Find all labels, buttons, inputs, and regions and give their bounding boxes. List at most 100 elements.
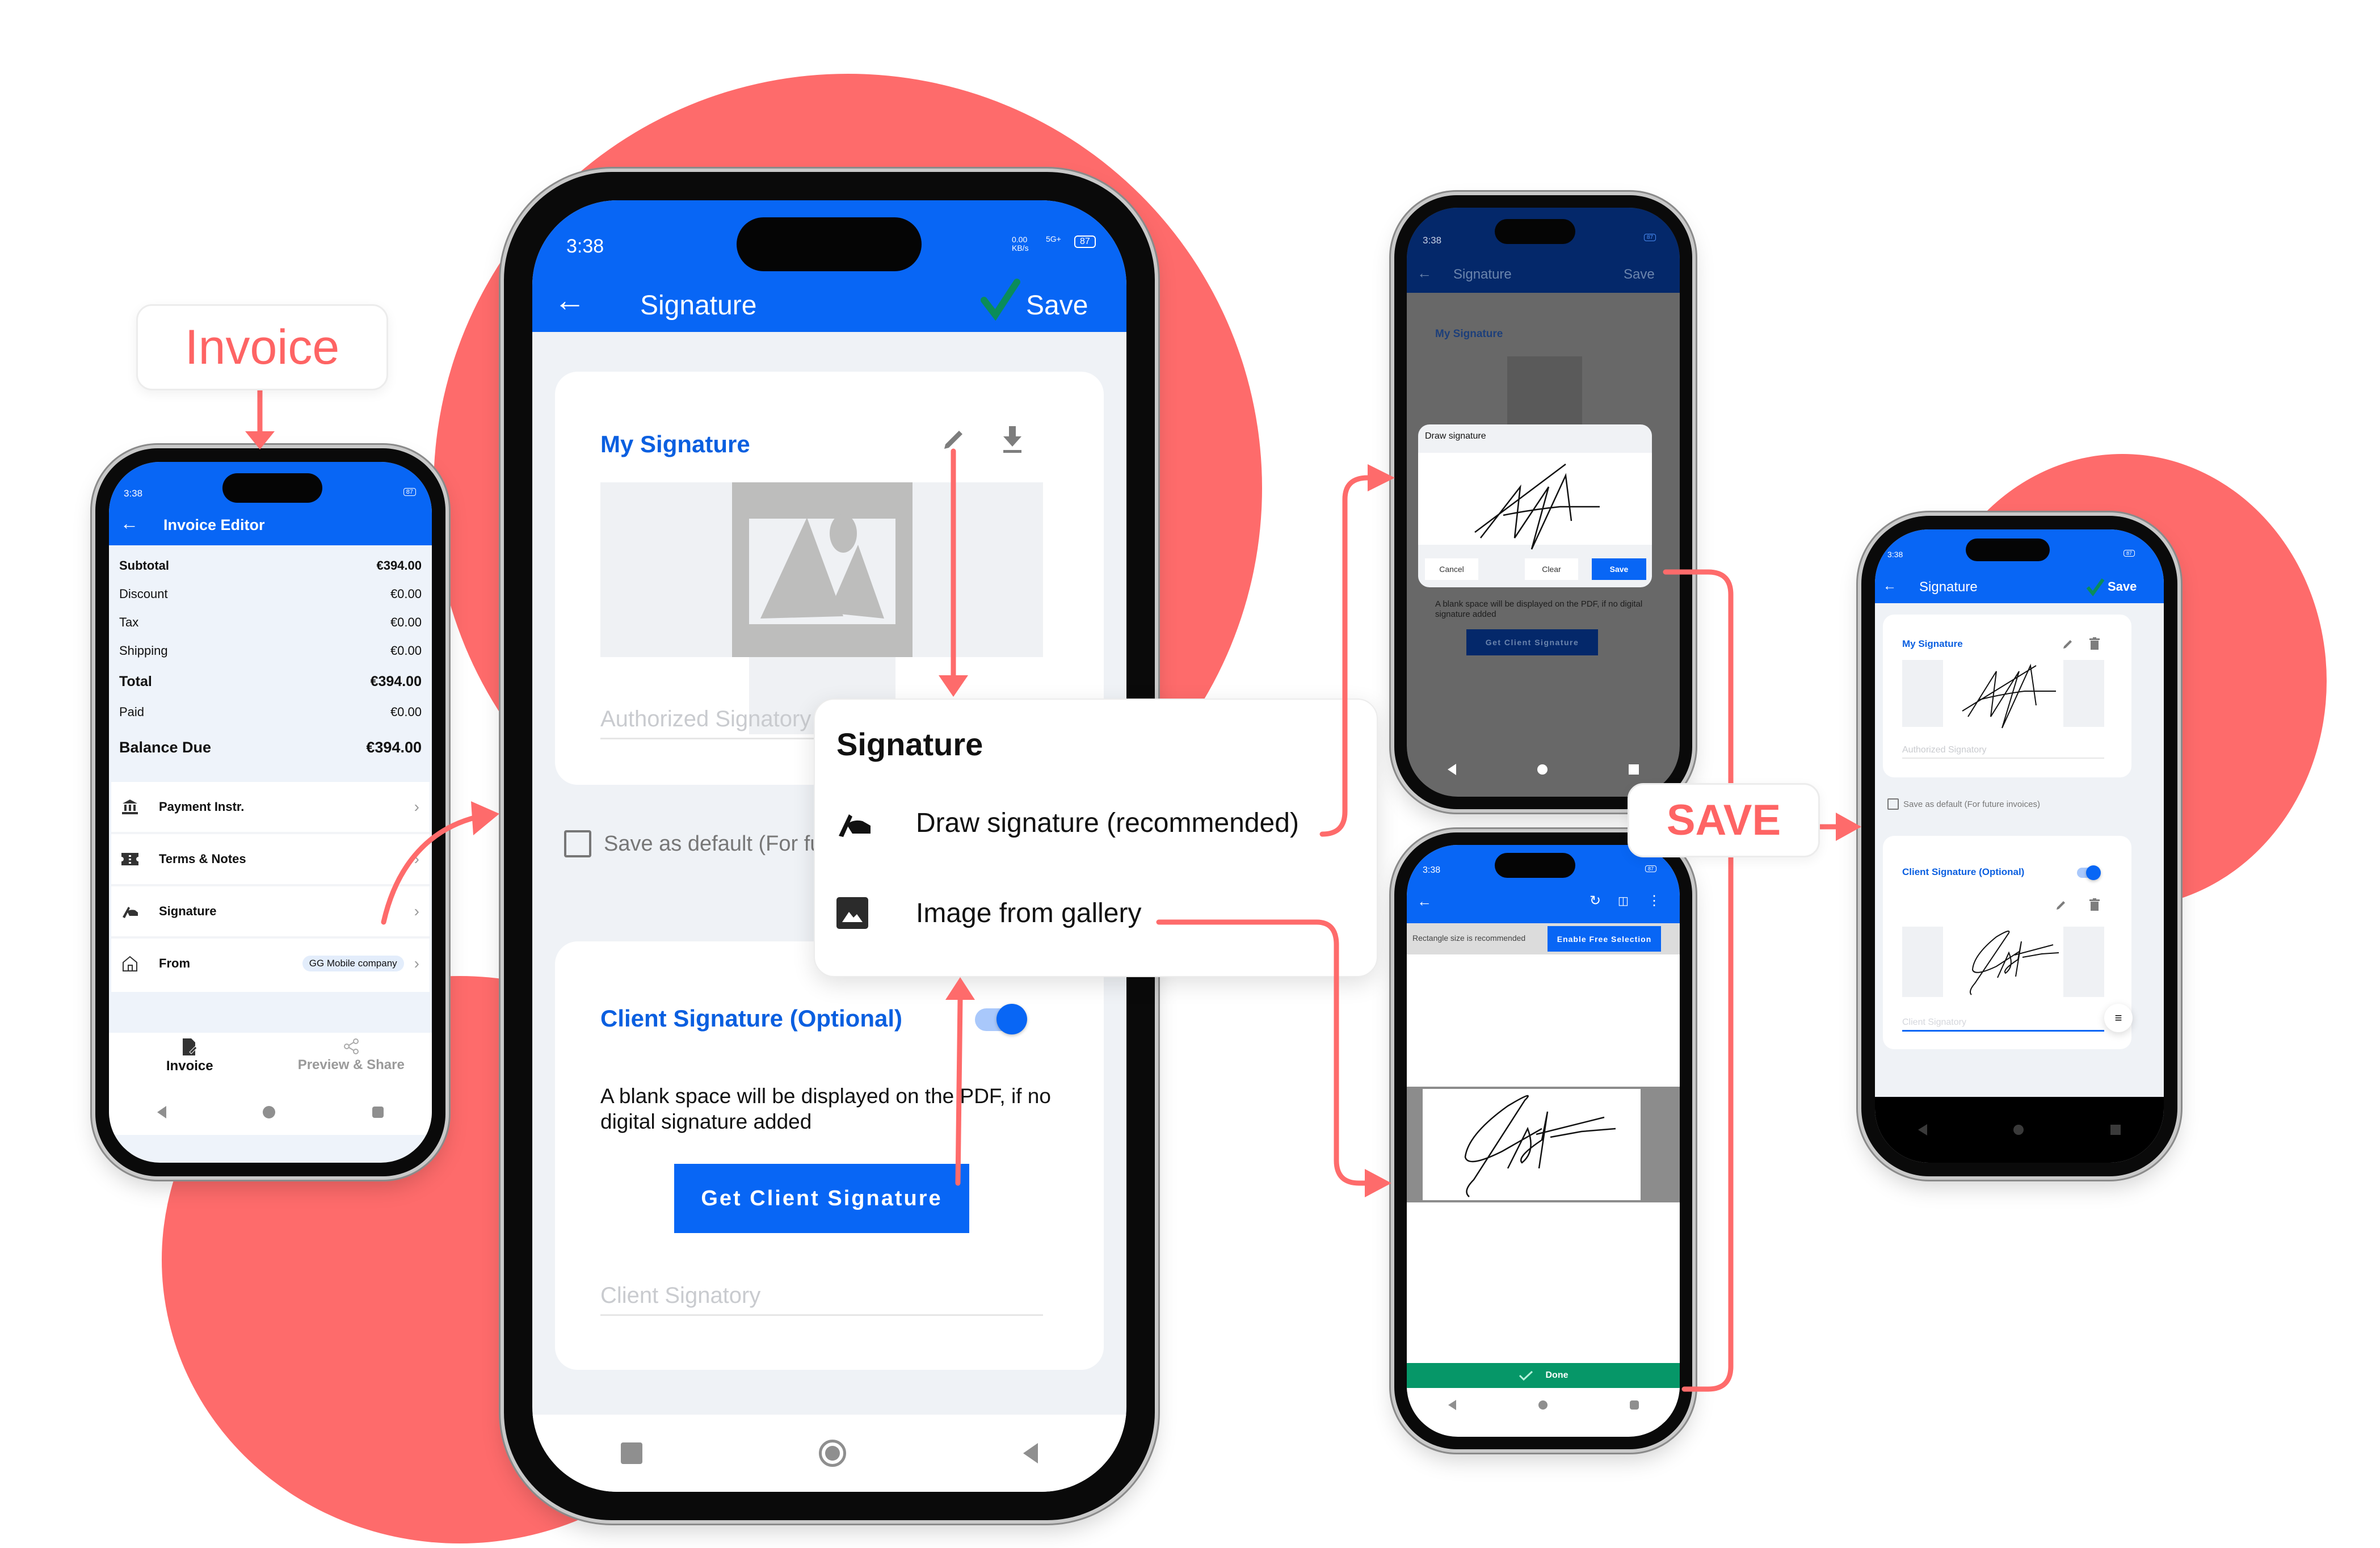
delete-icon[interactable] — [2089, 637, 2100, 650]
tab-label: Invoice — [166, 1058, 213, 1074]
signature-title: Signature — [640, 291, 757, 321]
draw-dialog-clear-button[interactable]: Clear — [1525, 558, 1578, 580]
popup-option-label: Draw signature (recommended) — [916, 808, 1299, 838]
crop-frame[interactable] — [1407, 1087, 1680, 1202]
menu-item-from[interactable]: From GG Mobile company › — [111, 939, 430, 988]
arrowhead-invoice — [245, 431, 275, 449]
nav-back-icon[interactable] — [1918, 1124, 1928, 1135]
status-battery: 87 — [1074, 235, 1096, 248]
popup-option-draw[interactable]: Draw signature (recommended) — [836, 807, 1299, 839]
signature-image-area[interactable] — [600, 482, 1043, 734]
more-options-icon[interactable]: ⋮ — [1647, 893, 1661, 909]
totals-label: Tax — [119, 615, 139, 629]
enable-free-selection-button[interactable]: Enable Free Selection — [1548, 926, 1661, 952]
flip-icon[interactable]: ◫ — [1618, 894, 1629, 908]
back-arrow-icon[interactable]: ← — [120, 514, 138, 532]
save-button[interactable]: Save — [1026, 290, 1088, 321]
popup-option-label: Image from gallery — [916, 898, 1142, 928]
nav-recents-icon[interactable] — [2110, 1125, 2121, 1135]
save-default-checkbox[interactable] — [1887, 798, 1899, 810]
tab-preview-share[interactable]: Preview & Share — [271, 1033, 432, 1090]
save-button[interactable]: Save — [2108, 579, 2137, 594]
saved-client-signature[interactable] — [1945, 927, 2061, 997]
totals-row: Discount €0.00 — [119, 587, 422, 601]
draw-dialog-save-button[interactable]: Save — [1592, 558, 1646, 580]
totals-label: Paid — [119, 705, 145, 719]
nav-recents-icon[interactable] — [372, 1107, 384, 1118]
save-callout: SAVE — [1628, 783, 1820, 857]
draw-dialog-cancel-button[interactable]: Cancel — [1425, 558, 1478, 580]
arrowhead-crop — [1365, 1169, 1391, 1197]
edit-pencil-icon[interactable] — [941, 427, 966, 452]
authorized-signatory-input[interactable]: Authorized Signatory — [1902, 745, 2104, 759]
menu-item-signature[interactable]: Signature › — [111, 886, 430, 939]
invoice-doc-icon — [183, 1038, 197, 1055]
back-arrow-icon[interactable]: ← — [1883, 578, 1897, 594]
popup-option-gallery[interactable]: Image from gallery — [836, 897, 1141, 929]
floating-menu-button[interactable]: ≡ — [2104, 1004, 2133, 1032]
draw-signature-dialog: Draw signature Cancel Clear Save — [1418, 424, 1652, 587]
nav-back-icon[interactable] — [1448, 1400, 1456, 1410]
clear-label: Clear — [1542, 565, 1561, 574]
client-signatory-input[interactable]: Client Signatory — [1902, 1017, 2104, 1032]
totals-value: €394.00 — [376, 558, 422, 573]
client-signature-title: Client Signature (Optional) — [1902, 866, 2025, 877]
edit-pencil-icon[interactable] — [2062, 638, 2074, 650]
totals-value: €0.00 — [390, 643, 422, 658]
download-icon[interactable] — [1000, 425, 1025, 453]
saved-my-signature[interactable] — [1945, 660, 2061, 729]
dynamic-island — [222, 473, 322, 503]
signature-title: Signature — [1919, 579, 1978, 595]
crop-selection[interactable] — [1423, 1089, 1641, 1200]
tab-invoice[interactable]: Invoice — [109, 1033, 271, 1090]
from-company-badge: GG Mobile company — [302, 956, 404, 971]
done-button[interactable]: Done — [1407, 1363, 1680, 1388]
android-nav-bar — [1407, 1388, 1680, 1422]
nav-back-icon[interactable] — [1023, 1443, 1038, 1463]
back-arrow-icon[interactable]: ← — [554, 284, 586, 316]
edit-pencil-icon[interactable] — [2055, 899, 2067, 911]
share-icon — [343, 1038, 359, 1054]
menu-item-payment[interactable]: Payment Instr. › — [111, 782, 430, 834]
nav-recents-icon[interactable] — [1629, 1400, 1639, 1410]
phone-crop-image: 3:38 87 ← ↻ ◫ ⋮ Rectangle size is recomm… — [1394, 832, 1692, 1449]
totals-section: Subtotal €394.00 Discount €0.00 Tax €0.00 S… — [119, 558, 422, 756]
status-time: 3:38 — [1423, 235, 1442, 246]
totals-value: €394.00 — [366, 739, 422, 756]
nav-home-icon[interactable] — [263, 1106, 276, 1118]
client-signature-toggle-knob — [2086, 865, 2101, 880]
back-arrow-icon[interactable]: ← — [1417, 893, 1432, 910]
android-nav-bar — [1875, 1097, 2164, 1163]
nav-home-icon[interactable] — [2013, 1125, 2024, 1135]
rotate-icon[interactable]: ↻ — [1590, 893, 1601, 909]
signature-side-pad-right — [2063, 660, 2104, 727]
save-default-checkbox[interactable] — [564, 830, 591, 857]
totals-label: Balance Due — [119, 739, 212, 756]
status-battery: 87 — [403, 488, 416, 496]
save-check-icon — [981, 279, 1020, 322]
signature-canvas[interactable] — [1418, 453, 1652, 550]
android-nav-bar — [1407, 752, 1680, 786]
android-nav-bar — [109, 1090, 432, 1135]
signature-side-pad-left — [1902, 927, 1943, 997]
nav-back-icon — [1447, 764, 1456, 775]
phone-signature-saved: 3:38 87 ← Signature Save My Signature Au… — [1861, 516, 2177, 1176]
dynamic-island — [1495, 219, 1575, 244]
nav-back-icon[interactable] — [157, 1106, 167, 1118]
delete-icon[interactable] — [2089, 898, 2100, 911]
menu-item-terms[interactable]: Terms & Notes › — [111, 834, 430, 886]
client-signatory-input[interactable]: Client Signatory — [600, 1283, 1043, 1316]
totals-value: €0.00 — [390, 587, 422, 601]
menu-label: From — [159, 956, 190, 970]
draw-dialog-title: Draw signature — [1425, 431, 1486, 441]
save-button: Save — [1624, 267, 1655, 282]
nav-home-icon[interactable] — [819, 1440, 847, 1467]
nav-home-icon[interactable] — [1538, 1400, 1548, 1410]
save-default-checkbox-row[interactable]: Save as default (For future invoices) — [1887, 798, 2040, 810]
drawn-signature — [1474, 464, 1600, 550]
nav-recents-icon[interactable] — [620, 1442, 642, 1464]
crop-screen: 3:38 87 ← ↻ ◫ ⋮ Rectangle size is recomm… — [1407, 845, 1680, 1437]
android-nav-bar — [532, 1415, 1126, 1492]
get-client-signature-button[interactable]: Get Client Signature — [674, 1164, 969, 1233]
gallery-signature-image — [1464, 1095, 1616, 1197]
